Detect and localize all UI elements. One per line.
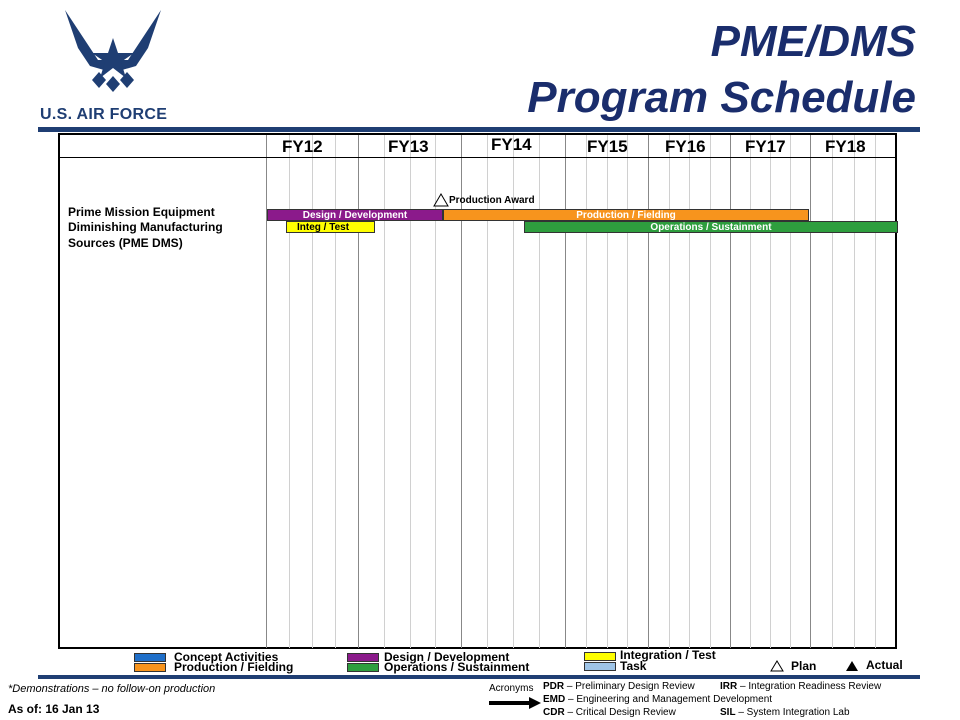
plan-milestone-triangle <box>433 193 449 207</box>
actual-triangle-icon <box>846 661 858 671</box>
acronym-emd: EMD – Engineering and Management Develop… <box>543 694 773 705</box>
gantt-bar-design-development: Design / Development <box>267 209 443 221</box>
legend-swatch-task <box>584 662 616 671</box>
fy-gridline <box>810 135 811 648</box>
acronym-irr: IRR – Integration Readiness Review <box>720 681 882 692</box>
quarter-gridline <box>875 135 876 648</box>
page-title-line2: Program Schedule <box>527 73 916 122</box>
legend-actual-label: Actual <box>866 658 903 672</box>
quarter-gridline <box>854 135 855 648</box>
as-of-date: As of: 16 Jan 13 <box>8 702 100 716</box>
legend-plan-label: Plan <box>791 659 817 673</box>
legend-swatch-operations <box>347 663 379 672</box>
page-title-line1: PME/DMS <box>710 17 916 66</box>
fy-label: FY18 <box>825 137 866 156</box>
legend-label-production: Production / Fielding <box>174 660 294 674</box>
fy-label: FY15 <box>587 137 628 156</box>
fy-header-divider <box>58 157 897 158</box>
milestone-label: Production Award <box>449 195 535 206</box>
legend-swatch-integration <box>584 652 616 661</box>
fy-label: FY12 <box>282 137 323 156</box>
program-label-line3: Sources (PME DMS) <box>68 236 183 250</box>
quarter-gridline <box>832 135 833 648</box>
header-rule <box>38 127 920 132</box>
legend-label-operations: Operations / Sustainment <box>384 660 530 674</box>
acronym-pdr: PDR – Preliminary Design Review <box>543 681 695 692</box>
fy-label: FY13 <box>388 137 429 156</box>
arrow-right-icon <box>489 697 541 709</box>
gantt-bar-integ-test: Integ / Test <box>286 221 375 233</box>
plan-triangle-icon <box>770 660 784 672</box>
gantt-bar-production-fielding: Production / Fielding <box>443 209 809 221</box>
logo-text: U.S. AIR FORCE <box>40 106 168 123</box>
acronym-cdr: CDR – Critical Design Review <box>543 707 676 718</box>
acronyms-label: Acronyms <box>489 683 534 694</box>
fy-label: FY14 <box>491 135 532 154</box>
footnote: *Demonstrations – no follow-on productio… <box>8 683 216 695</box>
program-label-line2: Diminishing Manufacturing <box>68 220 223 234</box>
legend-swatch-concept <box>134 653 166 662</box>
footer-rule <box>38 675 920 679</box>
legend-swatch-production <box>134 663 166 672</box>
program-label-line1: Prime Mission Equipment <box>68 205 215 219</box>
gantt-bar-operations-sustainment: Operations / Sustainment <box>524 221 898 233</box>
fy-label: FY17 <box>745 137 786 156</box>
legend-label-task: Task <box>620 659 647 673</box>
acronym-sil: SIL – System Integration Lab <box>720 707 850 718</box>
fy-label: FY16 <box>665 137 706 156</box>
legend-swatch-design <box>347 653 379 662</box>
